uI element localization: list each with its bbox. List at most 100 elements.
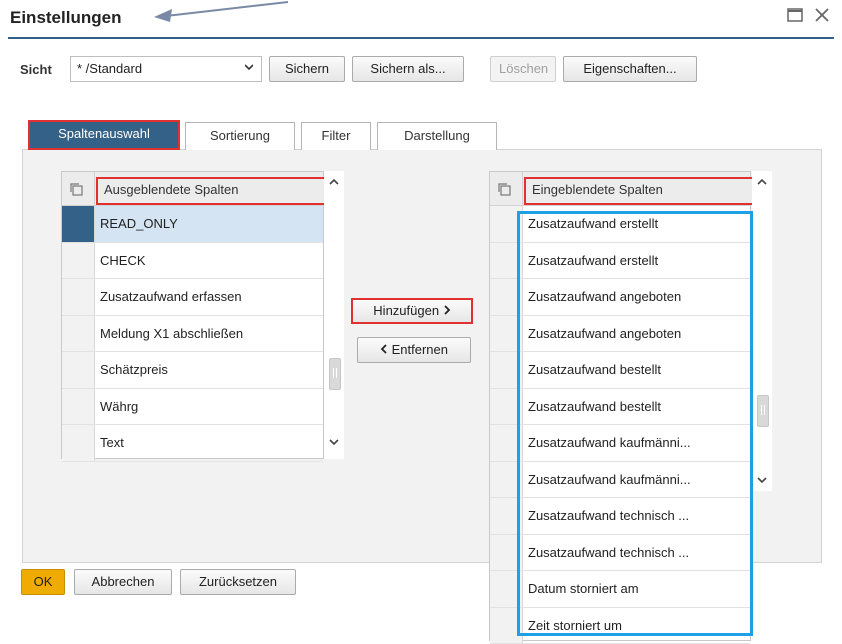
chevron-left-icon xyxy=(380,344,388,354)
chevron-right-icon xyxy=(443,305,451,315)
visible-columns-rows: Zusatzaufwand erstelltZusatzaufwand erst… xyxy=(490,206,750,644)
row-selector[interactable] xyxy=(490,206,523,242)
list-item[interactable]: Zusatzaufwand technisch ... xyxy=(490,498,750,535)
hidden-columns-title: Ausgeblendete Spalten xyxy=(96,177,340,205)
list-item[interactable]: Zusatzaufwand bestellt xyxy=(490,352,750,389)
list-item-label: Datum storniert am xyxy=(528,571,743,607)
row-selector[interactable] xyxy=(62,206,95,242)
list-item[interactable]: Zusatzaufwand technisch ... xyxy=(490,535,750,572)
list-item[interactable]: Zusatzaufwand angeboten xyxy=(490,316,750,353)
row-selector[interactable] xyxy=(490,498,523,534)
close-icon[interactable] xyxy=(812,6,832,26)
row-selector[interactable] xyxy=(490,243,523,279)
title-divider xyxy=(8,37,834,39)
visible-columns-header: Eingeblendete Spalten xyxy=(490,172,750,206)
list-item[interactable]: Zusatzaufwand angeboten xyxy=(490,279,750,316)
list-item-label: Zusatzaufwand erstellt xyxy=(528,206,743,242)
list-item-label: Zeit storniert um xyxy=(528,608,743,644)
delete-button[interactable]: Löschen xyxy=(490,56,556,82)
copy-icon xyxy=(497,182,511,196)
list-item-label: Zusatzaufwand erstellt xyxy=(528,243,743,279)
list-item-label: Zusatzaufwand kaufmänni... xyxy=(528,462,743,498)
list-item-label: Schätzpreis xyxy=(100,352,315,388)
hidden-columns-scrollbar[interactable] xyxy=(324,171,344,459)
list-item-label: Zusatzaufwand technisch ... xyxy=(528,535,743,571)
list-item-label: Zusatzaufwand erfassen xyxy=(100,279,315,315)
maximize-icon[interactable] xyxy=(785,6,805,26)
view-label: Sicht xyxy=(20,62,52,77)
visible-columns-list: Eingeblendete Spalten Zusatzaufwand erst… xyxy=(489,171,751,641)
list-item-label: Meldung X1 abschließen xyxy=(100,316,315,352)
copy-icon xyxy=(69,182,83,196)
select-all-cell[interactable] xyxy=(490,172,523,205)
row-selector[interactable] xyxy=(62,389,95,425)
save-button[interactable]: Sichern xyxy=(269,56,345,82)
list-item-label: Währg xyxy=(100,389,315,425)
hidden-columns-header: Ausgeblendete Spalten xyxy=(62,172,323,206)
list-item-label: Zusatzaufwand technisch ... xyxy=(528,498,743,534)
row-selector[interactable] xyxy=(490,608,523,644)
row-selector[interactable] xyxy=(62,352,95,388)
row-selector[interactable] xyxy=(490,389,523,425)
tab-filter[interactable]: Filter xyxy=(301,122,371,150)
row-selector[interactable] xyxy=(490,316,523,352)
list-item[interactable]: Text xyxy=(62,425,323,462)
list-item[interactable]: CHECK xyxy=(62,243,323,280)
row-selector[interactable] xyxy=(62,316,95,352)
row-selector[interactable] xyxy=(62,279,95,315)
row-selector[interactable] xyxy=(62,243,95,279)
scroll-thumb[interactable] xyxy=(329,358,341,390)
add-button[interactable]: Hinzufügen xyxy=(351,298,473,324)
list-item[interactable]: Zusatzaufwand erstellt xyxy=(490,206,750,243)
list-item[interactable]: Zusatzaufwand kaufmänni... xyxy=(490,425,750,462)
scroll-up-icon[interactable] xyxy=(756,177,768,187)
visible-columns-scrollbar[interactable] xyxy=(752,171,772,491)
tab-column-selection[interactable]: Spaltenauswahl xyxy=(28,120,180,150)
scroll-down-icon[interactable] xyxy=(328,437,340,447)
row-selector[interactable] xyxy=(62,425,95,461)
row-selector[interactable] xyxy=(490,425,523,461)
cancel-button[interactable]: Abbrechen xyxy=(74,569,172,595)
list-item-label: Zusatzaufwand angeboten xyxy=(528,279,743,315)
list-item[interactable]: Währg xyxy=(62,389,323,426)
list-item[interactable]: READ_ONLY xyxy=(62,206,323,243)
list-item[interactable]: Datum storniert am xyxy=(490,571,750,608)
remove-button-label: Entfernen xyxy=(392,342,448,357)
list-item[interactable]: Zusatzaufwand bestellt xyxy=(490,389,750,426)
list-item[interactable]: Zusatzaufwand erstellt xyxy=(490,243,750,280)
save-as-button[interactable]: Sichern als... xyxy=(352,56,464,82)
list-item[interactable]: Meldung X1 abschließen xyxy=(62,316,323,353)
select-all-cell[interactable] xyxy=(62,172,95,205)
scroll-down-icon[interactable] xyxy=(756,475,768,485)
tab-display[interactable]: Darstellung xyxy=(377,122,497,150)
tab-sorting[interactable]: Sortierung xyxy=(185,122,295,150)
list-item-label: Zusatzaufwand angeboten xyxy=(528,316,743,352)
add-button-label: Hinzufügen xyxy=(373,303,439,318)
view-select[interactable]: * /Standard xyxy=(70,56,262,82)
list-item[interactable]: Zeit storniert um xyxy=(490,608,750,644)
properties-button[interactable]: Eigenschaften... xyxy=(563,56,697,82)
hidden-columns-rows: READ_ONLYCHECKZusatzaufwand erfassenMeld… xyxy=(62,206,323,462)
row-selector[interactable] xyxy=(490,535,523,571)
chevron-down-icon xyxy=(245,63,253,71)
hidden-columns-list: Ausgeblendete Spalten READ_ONLYCHECKZusa… xyxy=(61,171,324,459)
annotation-arrow-icon xyxy=(150,0,290,24)
view-select-value: * /Standard xyxy=(77,61,142,76)
list-item[interactable]: Schätzpreis xyxy=(62,352,323,389)
remove-button[interactable]: Entfernen xyxy=(357,337,471,363)
reset-button[interactable]: Zurücksetzen xyxy=(180,569,296,595)
scroll-thumb[interactable] xyxy=(757,395,769,427)
ok-button[interactable]: OK xyxy=(21,569,65,595)
row-selector[interactable] xyxy=(490,571,523,607)
list-item-label: Zusatzaufwand bestellt xyxy=(528,352,743,388)
list-item[interactable]: Zusatzaufwand erfassen xyxy=(62,279,323,316)
row-selector[interactable] xyxy=(490,462,523,498)
list-item-label: CHECK xyxy=(100,243,315,279)
scroll-up-icon[interactable] xyxy=(328,177,340,187)
row-selector[interactable] xyxy=(490,279,523,315)
list-item-label: Zusatzaufwand bestellt xyxy=(528,389,743,425)
list-item-label: Text xyxy=(100,425,315,461)
list-item[interactable]: Zusatzaufwand kaufmänni... xyxy=(490,462,750,499)
row-selector[interactable] xyxy=(490,352,523,388)
list-item-label: Zusatzaufwand kaufmänni... xyxy=(528,425,743,461)
